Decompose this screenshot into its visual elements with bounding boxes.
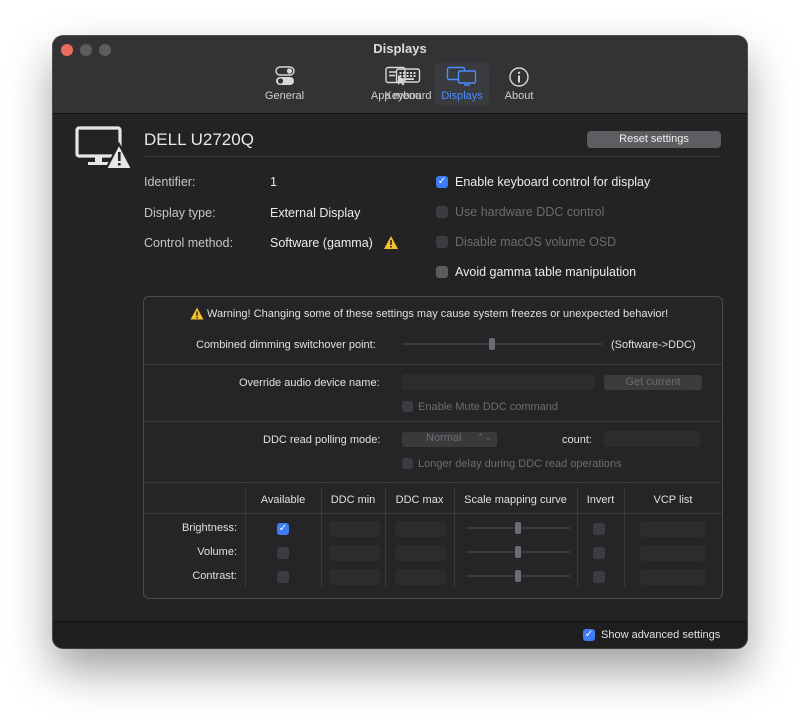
- mute-ddc-label: Enable Mute DDC command: [418, 401, 559, 413]
- count-field[interactable]: [604, 431, 700, 447]
- col-vcp-list: VCP list: [653, 494, 693, 506]
- reset-settings-button[interactable]: Reset settings: [587, 131, 721, 148]
- volume-invert-checkbox[interactable]: [593, 547, 605, 559]
- disable-osd-checkbox[interactable]: [436, 236, 448, 248]
- control-method-label: Control method:: [144, 236, 233, 250]
- contrast-vcp-field[interactable]: [640, 569, 706, 585]
- col-available: Available: [260, 494, 306, 506]
- show-advanced-label: Show advanced settings: [601, 629, 721, 641]
- brightness-invert-checkbox[interactable]: [593, 523, 605, 535]
- display-type-label: Display type:: [144, 206, 216, 220]
- dimming-switchover-label: Combined dimming switchover point:: [196, 339, 376, 351]
- advanced-settings-panel: Warning! Changing some of these settings…: [143, 296, 723, 599]
- slider-knob[interactable]: [515, 522, 521, 534]
- polling-mode-select[interactable]: Normal ⌃⌄: [402, 432, 497, 447]
- tab-general-label: General: [264, 90, 305, 102]
- contrast-curve-slider[interactable]: [466, 570, 570, 582]
- tab-about[interactable]: About: [496, 62, 542, 106]
- display-type-value: External Display: [270, 206, 361, 220]
- chevron-updown-icon: ⌃⌄: [476, 432, 492, 442]
- col-scale-curve: Scale mapping curve: [464, 494, 567, 506]
- show-advanced-checkbox[interactable]: ✓: [583, 629, 595, 641]
- tab-keyboard-label: Keyboard: [384, 90, 432, 102]
- row-label: Brightness:: [181, 522, 237, 534]
- keyboard-icon: [395, 68, 421, 83]
- dimming-switchover-slider[interactable]: [402, 338, 602, 350]
- row-label: Contrast:: [192, 570, 237, 582]
- hardware-ddc-label: Use hardware DDC control: [455, 205, 605, 219]
- brightness-available-checkbox[interactable]: ✓: [277, 523, 289, 535]
- brightness-ddc-max-field[interactable]: [395, 521, 446, 537]
- volume-available-checkbox[interactable]: [277, 547, 289, 559]
- brightness-vcp-field[interactable]: [640, 521, 706, 537]
- tab-displays[interactable]: Displays: [435, 62, 489, 106]
- col-invert: Invert: [586, 494, 615, 506]
- avoid-gamma-checkbox[interactable]: [436, 266, 448, 278]
- displays-pane: DELL U2720Q Reset settings Identifier: 1…: [53, 114, 747, 648]
- override-audio-label: Override audio device name:: [239, 377, 380, 389]
- col-ddc-max: DDC max: [395, 494, 444, 506]
- longer-delay-label: Longer delay during DDC read operations: [418, 458, 622, 470]
- contrast-available-checkbox[interactable]: [277, 571, 289, 583]
- title-bar: Displays General App menu Keyboard Displ…: [53, 36, 747, 114]
- keyboard-control-checkbox[interactable]: ✓: [436, 176, 448, 188]
- warning-icon: [384, 236, 398, 249]
- volume-ddc-max-field[interactable]: [395, 545, 446, 561]
- contrast-ddc-max-field[interactable]: [395, 569, 446, 585]
- identifier-label: Identifier:: [144, 175, 196, 189]
- avoid-gamma-label: Avoid gamma table manipulation: [455, 265, 637, 279]
- longer-delay-checkbox[interactable]: [402, 458, 413, 469]
- col-ddc-min: DDC min: [330, 494, 376, 506]
- display-name: DELL U2720Q: [144, 130, 254, 149]
- brightness-curve-slider[interactable]: [466, 522, 570, 534]
- advanced-warning-text: Warning! Changing some of these settings…: [207, 308, 669, 320]
- brightness-ddc-min-field[interactable]: [329, 521, 380, 537]
- dimming-suffix: (Software->DDC): [611, 339, 696, 351]
- hardware-ddc-checkbox[interactable]: [436, 206, 448, 218]
- volume-vcp-field[interactable]: [640, 545, 706, 561]
- polling-mode-label: DDC read polling mode:: [263, 434, 381, 446]
- keyboard-control-label: Enable keyboard control for display: [455, 175, 651, 189]
- control-method-value: Software (gamma): [270, 236, 373, 250]
- get-current-button[interactable]: Get current: [604, 375, 702, 390]
- contrast-invert-checkbox[interactable]: [593, 571, 605, 583]
- displays-icon: [446, 66, 477, 86]
- volume-ddc-min-field[interactable]: [329, 545, 380, 561]
- warning-icon: [190, 307, 204, 320]
- tab-keyboard[interactable]: Keyboard: [380, 62, 436, 106]
- count-label: count:: [562, 434, 592, 446]
- display-warning-icon: [75, 126, 133, 170]
- footer-bar: ✓ Show advanced settings: [53, 621, 747, 648]
- toggles-icon: [274, 66, 295, 85]
- identifier-value: 1: [270, 175, 277, 189]
- preferences-window: Displays General App menu Keyboard Displ…: [53, 36, 747, 648]
- mute-ddc-checkbox[interactable]: [402, 401, 413, 412]
- info-icon: [509, 67, 529, 87]
- tab-general[interactable]: General: [260, 62, 309, 106]
- volume-curve-slider[interactable]: [466, 546, 570, 558]
- disable-osd-label: Disable macOS volume OSD: [455, 235, 617, 249]
- divider: [144, 156, 721, 157]
- slider-knob[interactable]: [515, 570, 521, 582]
- tab-displays-label: Displays: [441, 90, 483, 102]
- window-title: Displays: [373, 41, 427, 56]
- row-label: Volume:: [197, 546, 237, 558]
- contrast-ddc-min-field[interactable]: [329, 569, 380, 585]
- slider-knob[interactable]: [489, 338, 495, 350]
- polling-mode-value: Normal: [426, 432, 462, 444]
- audio-device-field[interactable]: [402, 374, 595, 390]
- tab-about-label: About: [504, 90, 534, 102]
- slider-knob[interactable]: [515, 546, 521, 558]
